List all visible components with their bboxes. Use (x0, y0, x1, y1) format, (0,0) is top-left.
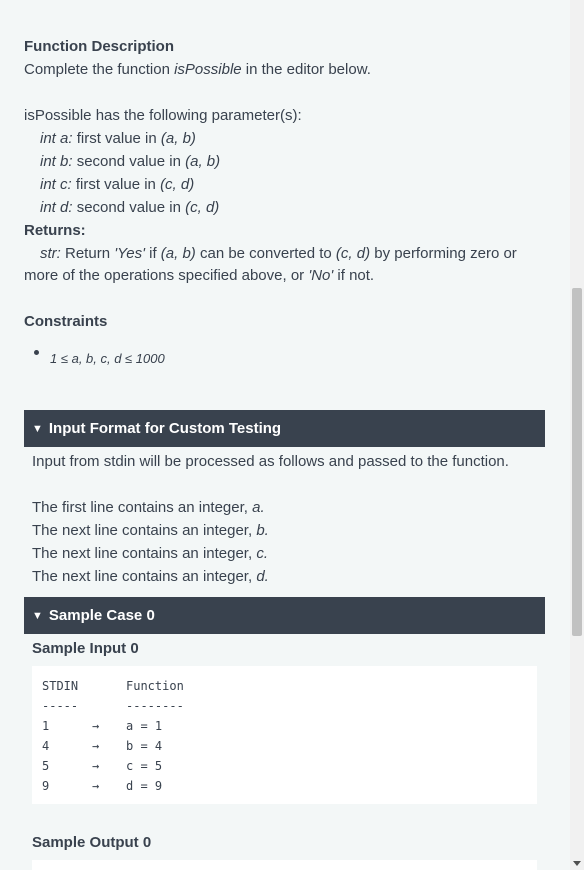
stdin-column-header: STDIN (42, 679, 79, 693)
arrow-icon: → (92, 759, 100, 773)
scrollbar-thumb[interactable] (572, 288, 582, 636)
function-name: isPossible (174, 61, 242, 78)
param-item: int b: second value in (a, b) (40, 153, 221, 170)
input-format-line: The next line contains an integer, d. (32, 568, 269, 585)
params-intro: isPossible has the following parameter(s… (24, 107, 302, 124)
function-value: a = 1 (126, 719, 163, 733)
input-format-line: The next line contains an integer, b. (32, 522, 269, 539)
stdin-value: 5 (42, 759, 50, 773)
input-format-intro: Input from stdin will be processed as fo… (32, 453, 509, 470)
scroll-down-arrow-icon[interactable] (573, 861, 581, 866)
vertical-scrollbar[interactable] (570, 0, 584, 870)
input-format-toggle[interactable]: ▼ Input Format for Custom Testing (24, 410, 545, 447)
function-value: c = 5 (126, 759, 163, 773)
caret-down-icon: ▼ (32, 610, 43, 622)
function-description-heading: Function Description (24, 38, 174, 55)
param-item: int d: second value in (c, d) (40, 199, 220, 216)
sample-output-code[interactable] (32, 860, 537, 870)
input-format-line: The first line contains an integer, a. (32, 499, 265, 516)
sample-case-toggle[interactable]: ▼ Sample Case 0 (24, 597, 545, 634)
returns-description: str: Return 'Yes' if (a, b) can be conve… (40, 245, 517, 262)
constraint-item: 1 ≤ a, b, c, d ≤ 1000 (50, 351, 165, 366)
function-value: b = 4 (126, 739, 163, 753)
separator: -------- (126, 699, 184, 713)
stdin-value: 9 (42, 779, 50, 793)
function-description-intro: Complete the function isPossible in the … (24, 61, 371, 78)
separator: ----- (42, 699, 79, 713)
param-item: int c: first value in (c, d) (40, 176, 195, 193)
stdin-value: 4 (42, 739, 50, 753)
sample-output-heading: Sample Output 0 (32, 834, 152, 851)
function-value: d = 9 (126, 779, 163, 793)
arrow-icon: → (92, 719, 100, 733)
returns-description-cont: more of the operations specified above, … (24, 267, 375, 284)
param-item: int a: first value in (a, b) (40, 130, 196, 147)
sample-input-heading: Sample Input 0 (32, 640, 139, 657)
function-column-header: Function (126, 679, 184, 693)
bullet-icon (34, 350, 39, 355)
stdin-value: 1 (42, 719, 50, 733)
arrow-icon: → (92, 779, 100, 793)
caret-down-icon: ▼ (32, 423, 43, 435)
input-format-line: The next line contains an integer, c. (32, 545, 268, 562)
sample-input-code[interactable]: STDIN Function ----- -------- 1 → a = 1 … (32, 666, 537, 804)
returns-heading: Returns: (24, 222, 86, 239)
constraints-heading: Constraints (24, 313, 108, 330)
arrow-icon: → (92, 739, 100, 753)
